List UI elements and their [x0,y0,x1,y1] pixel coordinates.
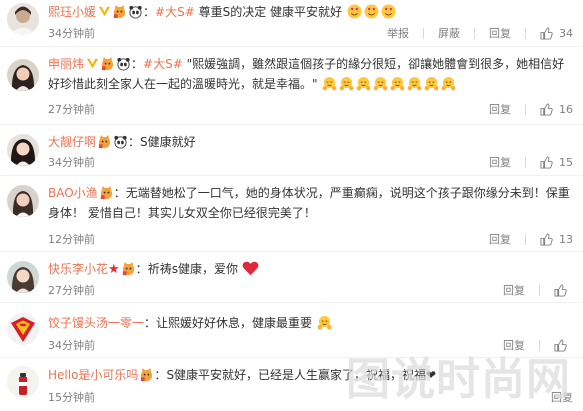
star-icon: ★ [108,262,120,277]
username[interactable]: 申丽炜 [48,57,84,71]
cat-badge-icon [121,261,136,276]
like-button[interactable]: 34 [540,27,573,40]
comment-item: 快乐李小花★ ：祈祷s健康，爱你 27分钟前 回复 [0,252,583,303]
cat-badge-icon [100,56,115,71]
reply-button[interactable]: 回复 [489,101,511,117]
comment-item: 大靓仔啊 ：S健康就好 34分钟前 回复 15 [0,125,583,176]
cat-badge-icon [97,134,112,149]
reply-button[interactable]: 回复 [489,231,511,247]
avatar[interactable] [7,313,39,345]
comment-text: 无端替她松了一口气，她的身体状况，严重癫痫，说明这个孩子跟你缘分未到！保重身体！… [48,186,570,220]
divider [525,156,526,168]
v-icon [98,4,111,17]
like-button[interactable]: 16 [540,103,573,116]
report-button[interactable]: 举报 [387,25,409,41]
panda-badge-icon [128,4,143,19]
username[interactable]: 熙珏小媛 [48,5,96,19]
reply-button[interactable]: 回复 [489,25,511,41]
topic-link[interactable]: #大S# [143,57,183,71]
avatar[interactable] [7,261,39,293]
like-count: 16 [559,102,573,116]
comment-text: 祈祷s健康，爱你 [147,262,238,276]
comment-item: 申丽炜 ：#大S# "熙媛強調，雖然跟這個孩子的緣分很短，卻讓她體會到很多，她相信… [0,47,583,125]
comment-time: 34分钟前 [48,27,95,40]
like-button[interactable]: 15 [540,156,573,169]
heart-emoji [242,261,259,276]
reply-button[interactable]: 回复 [503,282,525,298]
hug-emoji [321,76,457,91]
username[interactable]: BAO小渔 [48,186,98,200]
username[interactable]: Hello是小可乐吗 [48,368,138,382]
username[interactable]: 快乐李小花 [48,262,108,276]
like-count: 34 [559,26,573,40]
topic-link[interactable]: #大S# [155,5,195,19]
divider [525,27,526,39]
thumbs-up-icon [540,232,553,246]
avatar[interactable] [7,366,39,398]
comment-item: BAO小渔 ：无端替她松了一口气，她的身体状况，严重癫痫，说明这个孩子跟你缘分未到… [0,176,583,252]
hug-emoji [316,315,333,330]
divider [525,103,526,115]
username[interactable]: 大靓仔啊 [48,135,96,149]
divider [474,27,475,39]
like-button[interactable] [554,283,573,297]
thumbs-up-icon [540,155,553,169]
like-count: 13 [559,232,573,246]
cat-badge-icon [139,367,154,382]
hide-button[interactable]: 屏蔽 [438,25,460,41]
like-button[interactable]: 13 [540,233,573,246]
comment-time: 12分钟前 [48,233,95,246]
divider [539,284,540,296]
comment-time: 34分钟前 [48,156,95,169]
avatar[interactable] [7,185,39,217]
thumbs-up-icon [554,283,567,297]
comment-feed: 熙珏小媛 ：#大S# 尊重S的决定 健康平安就好 34分钟前 举报 屏蔽 回复 3… [0,0,583,411]
like-count: 15 [559,155,573,169]
watermark: 图说时尚网 [346,354,571,405]
comment-text: 尊重S的决定 健康平安就好 [194,5,343,19]
panda-badge-icon [116,56,131,71]
v-icon [86,56,99,69]
panda-badge-icon [113,134,128,149]
comment-text: S健康就好 [140,135,196,149]
thumbs-up-icon [540,26,553,40]
comment-item: 熙珏小媛 ：#大S# 尊重S的决定 健康平安就好 34分钟前 举报 屏蔽 回复 3… [0,0,583,47]
thumbs-up-icon [540,102,553,116]
divider [423,27,424,39]
avatar[interactable] [7,3,39,35]
comment-text: 让熙媛好好休息，健康最重要 [156,316,313,330]
comment-time: 15分钟前 [48,391,95,404]
username[interactable]: 饺子馒头汤一零一 [48,316,144,330]
divider [525,233,526,245]
heart-eyes-emoji [346,4,397,19]
reply-button[interactable]: 回复 [489,154,511,170]
avatar[interactable] [7,59,39,91]
comment-time: 27分钟前 [48,284,95,297]
comment-time: 27分钟前 [48,103,95,116]
cat-badge-icon [112,4,127,19]
comment-time: 34分钟前 [48,339,95,352]
avatar[interactable] [7,134,39,166]
cat-badge-icon [99,185,114,200]
